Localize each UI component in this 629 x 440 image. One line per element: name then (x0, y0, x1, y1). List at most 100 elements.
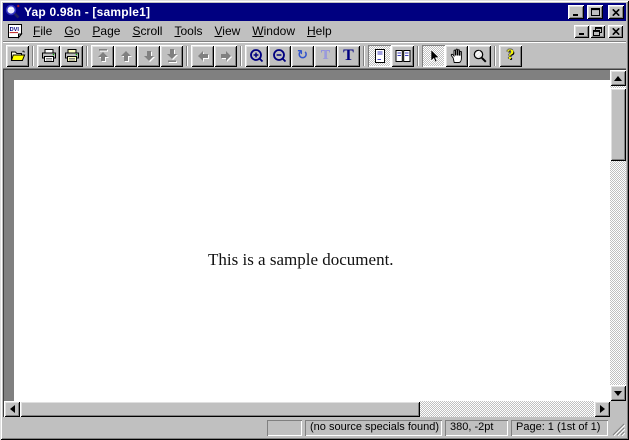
scroll-up-button[interactable] (610, 70, 626, 86)
menu-tools[interactable]: Tools (168, 22, 208, 41)
scrollbar-corner (610, 401, 626, 417)
magnifier-app-icon[interactable] (5, 4, 21, 20)
scroll-left-button[interactable] (4, 401, 20, 417)
menu-go[interactable]: Go (58, 22, 86, 41)
horizontal-scroll-thumb[interactable] (20, 401, 420, 417)
close-icon (612, 28, 620, 35)
hand-icon (449, 48, 465, 64)
status-position: 380, -2pt (445, 420, 508, 436)
facing-pages-view-button[interactable] (391, 45, 414, 67)
page-canvas[interactable]: This is a sample document. (4, 70, 610, 401)
minimize-button[interactable] (568, 5, 584, 19)
triangle-right-icon (600, 405, 609, 413)
horizontal-scrollbar[interactable] (4, 401, 610, 417)
arrow-down-icon (141, 48, 157, 64)
yap-window: Yap 0.98n - [sample1] DVI (0, 0, 629, 440)
statusbar: (no source specials found) 380, -2pt Pag… (3, 417, 626, 437)
toolbar-separator (32, 46, 34, 66)
mdi-restore-button[interactable] (590, 25, 605, 38)
open-button[interactable] (6, 45, 29, 67)
window-title: Yap 0.98n - [sample1] (24, 5, 565, 19)
mdi-close-button[interactable] (608, 25, 623, 38)
toolbar-separator (494, 46, 496, 66)
arrow-left-icon (195, 48, 211, 64)
arrow-up-icon (118, 48, 134, 64)
zoom-in-button[interactable] (245, 45, 268, 67)
mdi-child-controls (574, 25, 623, 38)
restore-icon (593, 27, 602, 36)
single-page-icon (372, 48, 388, 64)
solid-t-icon: T (343, 47, 354, 65)
print-all-button[interactable] (60, 45, 83, 67)
menu-window[interactable]: Window (246, 22, 301, 41)
select-tool-button[interactable] (422, 45, 445, 67)
mdi-minimize-button[interactable] (574, 25, 589, 38)
back-button[interactable] (191, 45, 214, 67)
arrow-up-bar-icon (95, 48, 111, 64)
dvi-document-icon[interactable]: DVI (7, 23, 23, 39)
menubar: DVI File Go Page Scroll Tools View Windo… (3, 21, 626, 41)
close-icon (612, 9, 620, 16)
zoom-out-icon (272, 48, 288, 64)
status-page-info: Page: 1 (1st of 1) (511, 420, 608, 436)
close-button[interactable] (608, 5, 624, 19)
triangle-down-icon (614, 391, 622, 400)
render-text-button[interactable]: T (337, 45, 360, 67)
menu-file[interactable]: File (27, 22, 58, 41)
facing-pages-icon (395, 48, 411, 64)
zoom-out-button[interactable] (268, 45, 291, 67)
print-button[interactable] (37, 45, 60, 67)
toolbar-separator (186, 46, 188, 66)
svg-text:DVI: DVI (10, 27, 20, 33)
menu-help[interactable]: Help (301, 22, 338, 41)
toolbar-separator (240, 46, 242, 66)
status-spacer (5, 420, 264, 436)
forward-button[interactable] (214, 45, 237, 67)
arrow-down-bar-icon (164, 48, 180, 64)
refresh-icon: ↻ (297, 49, 308, 62)
status-message: (no source specials found) (305, 420, 442, 436)
toolbar: ↻ T T (3, 43, 626, 69)
refresh-button[interactable]: ↻ (291, 45, 314, 67)
scroll-down-button[interactable] (610, 385, 626, 401)
hand-tool-button[interactable] (445, 45, 468, 67)
toolbar-separator (363, 46, 365, 66)
triangle-up-icon (614, 72, 622, 81)
toolbar-separator (417, 46, 419, 66)
menu-view[interactable]: View (208, 22, 246, 41)
menu-scroll[interactable]: Scroll (126, 22, 168, 41)
zoom-in-icon (249, 48, 265, 64)
single-page-view-button[interactable] (368, 45, 391, 67)
open-folder-icon (10, 48, 26, 64)
previous-page-button[interactable] (114, 45, 137, 67)
magnifier-icon (472, 48, 488, 64)
pointer-arrow-icon (426, 48, 442, 64)
titlebar[interactable]: Yap 0.98n - [sample1] (3, 3, 626, 21)
printer-pages-icon (64, 48, 80, 64)
question-mark-icon: ? (507, 47, 515, 64)
vertical-scrollbar[interactable] (610, 70, 626, 401)
minimize-icon (572, 9, 580, 16)
vertical-scroll-thumb[interactable] (610, 88, 626, 161)
document-text: This is a sample document. (208, 250, 394, 270)
maximize-button[interactable] (587, 5, 603, 19)
scroll-right-button[interactable] (594, 401, 610, 417)
last-page-button[interactable] (160, 45, 183, 67)
next-page-button[interactable] (137, 45, 160, 67)
minimize-icon (578, 28, 586, 35)
document-page[interactable]: This is a sample document. (14, 80, 610, 401)
menu-page[interactable]: Page (86, 22, 126, 41)
triangle-left-icon (6, 405, 15, 413)
magnifier-tool-button[interactable] (468, 45, 491, 67)
first-page-button[interactable] (91, 45, 114, 67)
outline-text-button[interactable]: T (314, 45, 337, 67)
status-indicator-panel (267, 420, 302, 436)
arrow-right-icon (218, 48, 234, 64)
help-button[interactable]: ? (499, 45, 522, 67)
toolbar-separator (86, 46, 88, 66)
outline-t-icon: T (321, 48, 330, 64)
document-view: This is a sample document. (3, 69, 626, 417)
printer-icon (41, 48, 57, 64)
resize-grip[interactable] (611, 420, 625, 436)
maximize-icon (591, 8, 600, 16)
